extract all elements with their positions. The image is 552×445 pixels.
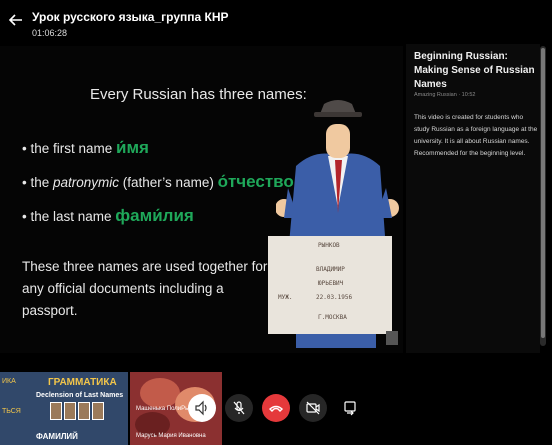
shared-screen: Every Russian has three names: • the fir…	[0, 46, 403, 353]
camera-off-icon	[306, 401, 320, 415]
portrait	[50, 402, 62, 420]
video-title: Beginning Russian: Making Sense of Russi…	[414, 51, 535, 90]
passport-card: РЫНКОВ ВЛАДИМИР ЮРЬЕВИЧ МУЖ. 22.03.1956 …	[268, 236, 392, 334]
tile-subheading: Declension of Last Names	[36, 392, 124, 399]
camera-button[interactable]	[299, 394, 327, 422]
scrollbar-thumb[interactable]	[541, 48, 545, 338]
participant-tile[interactable]: ИКА ТЬСЯ ГРАММАТИКА Declension of Last N…	[0, 372, 128, 445]
video-meta: Amazing Russian · 10:52	[414, 92, 476, 98]
call-timer: 01:06:28	[32, 28, 68, 38]
slide-paragraph: These three names are used together for …	[22, 259, 268, 318]
video-description: This video is created for students who s…	[414, 114, 538, 157]
bullet-patronymic: • the patronymic (father’s name) о́тчест…	[22, 172, 294, 191]
stamp	[386, 331, 398, 345]
speaker-button[interactable]	[188, 394, 216, 422]
bullet-last-name: • the last name фами́лия	[22, 206, 194, 225]
scrollbar[interactable]	[540, 46, 546, 346]
speaker-icon	[195, 400, 207, 416]
russian-word: и́мя	[116, 138, 149, 157]
portrait	[64, 402, 76, 420]
hangup-icon	[268, 405, 284, 412]
call-header: Урок русского языка_группа КНР 01:06:28	[0, 0, 552, 44]
mic-button[interactable]	[225, 394, 253, 422]
tile-name: Марусь Мария Ивановна	[136, 433, 206, 439]
tile-heading: ГРАММАТИКА	[48, 377, 117, 388]
portrait	[78, 402, 90, 420]
russian-word: фами́лия	[115, 206, 194, 225]
bullet-first-name: • the first name и́мя	[22, 138, 149, 157]
back-arrow-icon[interactable]	[8, 12, 24, 28]
switch-camera-button[interactable]	[336, 394, 364, 422]
call-title: Урок русского языка_группа КНР	[32, 10, 229, 24]
hangup-button[interactable]	[262, 394, 290, 422]
tile-footer: ФАМИЛИЙ	[36, 432, 78, 441]
slide-heading: Every Russian has three names:	[90, 86, 307, 103]
portrait	[92, 402, 104, 420]
switch-camera-icon	[344, 401, 356, 416]
video-info-panel: Beginning Russian: Making Sense of Russi…	[406, 44, 540, 353]
mic-muted-icon	[233, 401, 245, 415]
